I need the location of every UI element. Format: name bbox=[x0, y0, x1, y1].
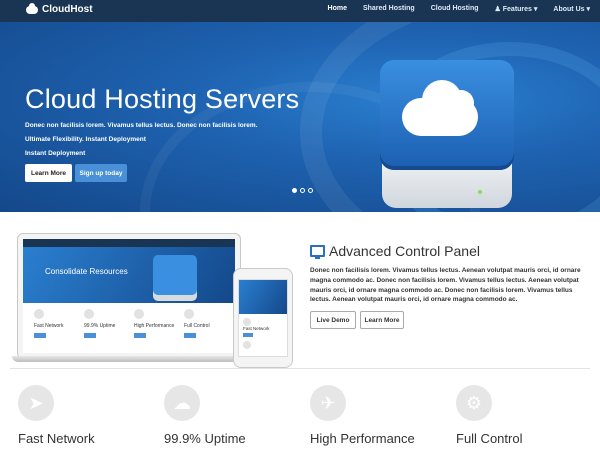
panel-heading: Advanced Control Panel bbox=[310, 243, 480, 259]
feature-full-control: ⚙ Full Control bbox=[456, 385, 522, 446]
status-led bbox=[478, 190, 482, 194]
feature-label: 99.9% Uptime bbox=[164, 431, 246, 446]
rocket-icon bbox=[34, 309, 44, 319]
cloud-icon bbox=[26, 2, 38, 14]
nav-links: Home Shared Hosting Cloud Hosting ♟ Feat… bbox=[312, 5, 590, 13]
laptop-server-illustration bbox=[153, 255, 197, 295]
nav-home[interactable]: Home bbox=[328, 5, 347, 13]
gear-icon: ⚙ bbox=[456, 385, 492, 421]
laptop-feature: 99.9% Uptime bbox=[84, 309, 124, 338]
section-divider bbox=[10, 368, 590, 369]
hero-subtagline: Instant Deployment bbox=[25, 150, 86, 157]
monitor-icon bbox=[310, 245, 325, 259]
panel-title: Advanced Control Panel bbox=[329, 243, 480, 259]
gear-icon bbox=[184, 309, 194, 319]
hero-title: Cloud Hosting Servers bbox=[25, 84, 300, 114]
nav-about-us[interactable]: About Us ▾ bbox=[553, 5, 590, 13]
cloud-icon bbox=[402, 80, 478, 136]
feature-label: Fast Network bbox=[18, 431, 95, 446]
laptop-screen: CloudHost Consolidate Resources Fast Net… bbox=[18, 234, 240, 358]
hero-carousel: Cloud Hosting Servers Donec non facilisi… bbox=[0, 22, 600, 212]
phone-feature-label: Fast Network bbox=[243, 326, 270, 331]
feature-uptime: ☁ 99.9% Uptime bbox=[164, 385, 246, 446]
live-demo-button[interactable]: Live Demo bbox=[310, 311, 356, 329]
feature-label: High Performance bbox=[310, 431, 415, 446]
plane-icon bbox=[134, 309, 144, 319]
nav-features-label: Features bbox=[502, 6, 532, 13]
panel-learn-more-button[interactable]: Learn More bbox=[360, 311, 404, 329]
feature-high-performance: ✈ High Performance bbox=[310, 385, 415, 446]
hero-learn-more-button[interactable]: Learn More bbox=[25, 164, 72, 182]
laptop-feature-row: Fast Network 99.9% Uptime High Performan… bbox=[23, 303, 235, 338]
laptop-feature-button bbox=[184, 333, 196, 338]
phone-hero bbox=[239, 280, 287, 314]
laptop-feature-label: Full Control bbox=[184, 323, 210, 329]
laptop-feature: High Performance bbox=[134, 309, 174, 338]
panel-description: Donec non facilisis lorem. Vivamus tellu… bbox=[310, 267, 581, 304]
carousel-dot-2[interactable] bbox=[300, 188, 305, 193]
feature-label: Full Control bbox=[456, 431, 523, 446]
laptop-hero-title: Consolidate Resources bbox=[45, 267, 128, 276]
laptop-feature-button bbox=[134, 333, 146, 338]
cloud-upload-icon bbox=[84, 309, 94, 319]
brand-name: CloudHost bbox=[42, 4, 93, 15]
nav-features[interactable]: ♟ Features ▾ bbox=[495, 5, 538, 13]
hero-tagline: Ultimate Flexibility. Instant Deployment bbox=[25, 136, 146, 143]
laptop-feature-button bbox=[84, 333, 96, 338]
laptop-feature-label: Fast Network bbox=[34, 323, 64, 329]
rocket-icon bbox=[243, 318, 251, 326]
nav-cloud-hosting[interactable]: Cloud Hosting bbox=[431, 5, 479, 13]
plane-icon: ✈ bbox=[310, 385, 346, 421]
laptop-feature-button bbox=[34, 333, 46, 338]
hero-description: Donec non facilisis lorem. Vivamus tellu… bbox=[25, 122, 258, 129]
top-navbar: CloudHost Home Shared Hosting Cloud Host… bbox=[0, 0, 600, 22]
laptop-feature-label: 99.9% Uptime bbox=[84, 323, 116, 329]
laptop-feature: Full Control bbox=[184, 309, 224, 338]
carousel-indicators bbox=[292, 188, 313, 193]
laptop-mockup: CloudHost Consolidate Resources Fast Net… bbox=[12, 234, 246, 364]
phone-mockup: Fast Network bbox=[233, 268, 293, 368]
cloud-server-illustration bbox=[380, 60, 514, 210]
laptop-feature: Fast Network bbox=[34, 309, 74, 338]
laptop-base bbox=[12, 356, 246, 362]
laptop-hero: Consolidate Resources bbox=[23, 247, 235, 303]
hero-sign-up-button[interactable]: Sign up today bbox=[75, 164, 127, 182]
nav-shared-hosting[interactable]: Shared Hosting bbox=[363, 5, 415, 13]
cloud-upload-icon: ☁ bbox=[164, 385, 200, 421]
phone-feature-button bbox=[243, 333, 253, 337]
rocket-icon: ➤ bbox=[18, 385, 54, 421]
brand-logo[interactable]: CloudHost bbox=[26, 2, 93, 15]
carousel-dot-1[interactable] bbox=[292, 188, 297, 193]
cloud-upload-icon bbox=[243, 341, 251, 349]
nav-about-label: About Us bbox=[553, 6, 585, 13]
laptop-feature-label: High Performance bbox=[134, 323, 175, 329]
laptop-navbar: CloudHost bbox=[23, 239, 235, 253]
feature-fast-network: ➤ Fast Network bbox=[18, 385, 95, 446]
carousel-dot-3[interactable] bbox=[308, 188, 313, 193]
phone-screen: Fast Network bbox=[238, 279, 288, 357]
